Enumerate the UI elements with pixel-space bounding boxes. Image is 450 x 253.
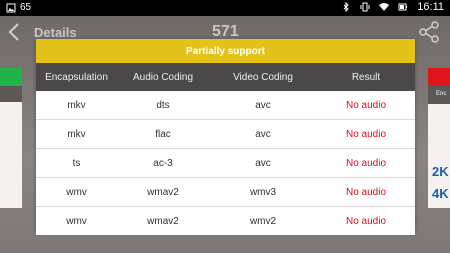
cell-result: No audio xyxy=(345,215,387,227)
background-header-fragment-left xyxy=(0,86,22,102)
background-resolution-label: 4K xyxy=(432,186,449,201)
share-icon[interactable] xyxy=(418,21,440,43)
column-header-audio-coding: Audio Coding xyxy=(132,71,194,83)
table-header: Encapsulation Audio Coding Video Coding … xyxy=(36,63,415,91)
cell-video-coding: avc xyxy=(255,157,271,169)
cell-encapsulation: wmv xyxy=(66,215,87,227)
table-row: wmv wmav2 wmv3 No audio xyxy=(36,178,415,207)
dialog-title: Partially support xyxy=(36,39,415,63)
background-header-fragment-right: Enc xyxy=(428,86,450,104)
background-red-tab xyxy=(428,68,450,86)
cell-audio-coding: wmav2 xyxy=(147,186,179,198)
image-icon xyxy=(6,3,16,12)
bluetooth-icon xyxy=(343,2,349,12)
wifi-icon xyxy=(379,3,390,11)
cell-video-coding: avc xyxy=(255,128,271,140)
page-title: Details xyxy=(34,25,77,40)
cell-video-coding: avc xyxy=(255,99,271,111)
cell-encapsulation: wmv xyxy=(66,186,87,198)
vibrate-icon xyxy=(360,2,370,12)
table-row: mkv dts avc No audio xyxy=(36,91,415,120)
status-bar: 65 16:11 xyxy=(0,0,450,16)
back-arrow-icon[interactable] xyxy=(6,22,22,42)
cell-video-coding: wmv2 xyxy=(249,215,277,227)
cell-encapsulation: mkv xyxy=(67,99,86,111)
background-rows-left xyxy=(0,102,22,208)
table-row: wmv wmav2 wmv2 No audio xyxy=(36,207,415,235)
cell-audio-coding: dts xyxy=(156,99,170,111)
cell-result: No audio xyxy=(345,186,387,198)
cell-result: No audio xyxy=(345,157,387,169)
cell-audio-coding: flac xyxy=(155,128,171,140)
background-resolution-label: 2K xyxy=(432,164,449,179)
cell-audio-coding: wmav2 xyxy=(147,215,179,227)
partial-support-dialog: Partially support Encapsulation Audio Co… xyxy=(36,39,415,235)
battery-icon xyxy=(398,3,408,11)
cell-encapsulation: ts xyxy=(72,157,81,169)
column-header-result: Result xyxy=(351,71,381,83)
clock: 16:11 xyxy=(417,1,444,13)
cell-result: No audio xyxy=(345,128,387,140)
column-header-encapsulation: Encapsulation xyxy=(45,71,108,83)
table-row: mkv flac avc No audio xyxy=(36,120,415,149)
background-green-tab xyxy=(0,68,22,86)
cell-encapsulation: mkv xyxy=(67,128,86,140)
battery-level-text: 65 xyxy=(20,2,32,13)
column-header-video-coding: Video Coding xyxy=(233,71,293,83)
cell-audio-coding: ac-3 xyxy=(153,157,173,169)
cell-result: No audio xyxy=(345,99,387,111)
cell-video-coding: wmv3 xyxy=(249,186,277,198)
background-header-text: Enc xyxy=(436,91,447,97)
background-rows-right: 2K 4K xyxy=(428,104,450,208)
table-row: ts ac-3 avc No audio xyxy=(36,149,415,178)
